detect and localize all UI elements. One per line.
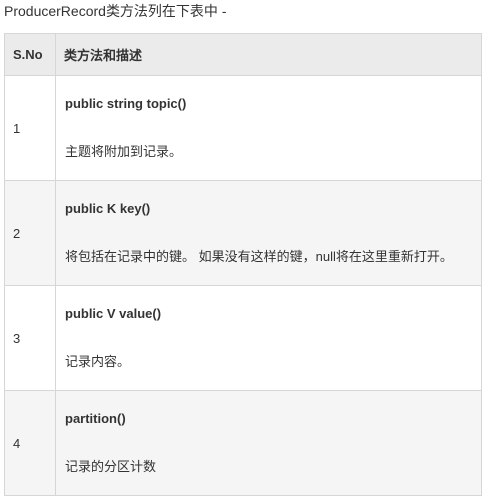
method-name: partition() [65,411,126,426]
method-cell: public V value() 记录内容。 [55,285,482,391]
row-number: 2 [4,180,56,286]
table-header-row: S.No 类方法和描述 [4,33,482,76]
method-description: 主题将附加到记录。 [65,144,183,159]
table-row: 2 public K key() 将包括在记录中的键。 如果没有这样的键，nul… [4,180,482,286]
method-name: public string topic() [65,96,187,111]
method-cell: partition() 记录的分区计数 [55,390,482,496]
method-description: 记录内容。 [65,354,131,369]
table-row: 1 public string topic() 主题将附加到记录。 [4,75,482,181]
row-number: 3 [4,285,56,391]
row-number: 1 [4,75,56,181]
method-cell: public K key() 将包括在记录中的键。 如果没有这样的键，null将… [55,180,482,286]
method-description: 记录的分区计数 [65,459,157,474]
table-row: 4 partition() 记录的分区计数 [4,390,482,496]
header-sno: S.No [4,33,56,76]
methods-table: S.No 类方法和描述 1 public string topic() 主题将附… [4,33,482,496]
header-method: 类方法和描述 [55,33,482,76]
row-number: 4 [4,390,56,496]
method-name: public K key() [65,201,151,216]
intro-text: ProducerRecord类方法列在下表中 - [4,3,227,19]
method-cell: public string topic() 主题将附加到记录。 [55,75,482,181]
table-row: 3 public V value() 记录内容。 [4,285,482,391]
method-name: public V value() [65,306,162,321]
method-description: 将包括在记录中的键。 如果没有这样的键，null将在这里重新打开。 [65,249,453,264]
